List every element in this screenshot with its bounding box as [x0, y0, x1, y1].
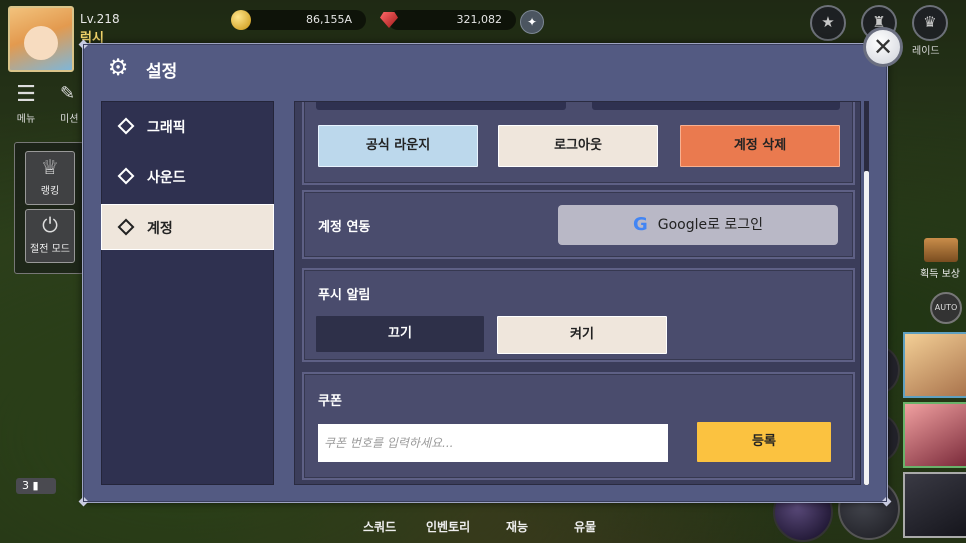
gem-value: 321,082 [456, 13, 503, 26]
avatar-face [24, 26, 58, 60]
reward-chest-icon[interactable] [924, 238, 958, 262]
diamond-icon [117, 218, 135, 236]
tab-label: 계정 [147, 221, 173, 237]
rank-star-icon[interactable]: ★ [810, 5, 846, 41]
coupon-card: 쿠폰 등록 [302, 372, 855, 480]
tab-graphics[interactable]: 그래픽 [102, 104, 273, 148]
logout-button[interactable]: 로그아웃 [498, 125, 658, 167]
push-notification-card: 푸시 알림 끄기 켜기 [302, 268, 855, 362]
delete-account-button[interactable]: 계정 삭제 [680, 125, 840, 167]
official-lounge-button[interactable]: 공식 라운지 [318, 125, 478, 167]
ranking-label: 랭킹 [40, 186, 60, 197]
nav-inventory[interactable]: 인벤토리 [426, 518, 470, 535]
gold-coin-icon [231, 10, 251, 30]
scrolled-element [316, 102, 566, 110]
raid-label: 레이드 [912, 46, 940, 57]
ranking-button[interactable]: ♕ 랭킹 [25, 151, 75, 205]
mission-icon: ✎ [60, 83, 76, 104]
account-link-title: 계정 연동 [318, 220, 371, 235]
tab-label: 사운드 [147, 170, 186, 186]
camera-toggle[interactable]: 3 ▮ [16, 478, 56, 494]
side-quick-panel: ♕ 랭킹 ⏻ 절전 모드 [14, 142, 84, 274]
nav-squad[interactable]: 스쿼드 [363, 518, 396, 535]
power-icon: ⏻ [42, 213, 58, 237]
google-login-label: Google로 로그인 [657, 217, 764, 233]
tab-sound[interactable]: 사운드 [102, 154, 273, 198]
nav-talent[interactable]: 재능 [506, 518, 528, 535]
settings-content: 공식 라운지 로그아웃 계정 삭제 계정 연동 G Google로 로그인 푸시 … [294, 101, 861, 485]
diamond-icon [117, 117, 135, 135]
google-logo-icon: G [632, 214, 648, 235]
hero-portrait-2[interactable] [903, 402, 966, 468]
coupon-title: 쿠폰 [318, 394, 342, 409]
scrolled-element [592, 102, 840, 110]
ranking-icon: ♕ [41, 155, 59, 179]
menu-button[interactable]: ☰ 메뉴 [12, 82, 40, 126]
player-level: Lv.218 [80, 12, 120, 26]
hamburger-icon: ☰ [16, 82, 36, 107]
mission-button[interactable]: ✎ 미션 [60, 83, 79, 126]
google-login-button[interactable]: G Google로 로그인 [558, 205, 838, 245]
settings-modal: ⚙ 설정 그래픽 사운드 계정 공식 라운지 로그아웃 계정 삭제 계정 연동 [78, 39, 892, 507]
power-save-label: 절전 모드 [30, 244, 70, 255]
push-title: 푸시 알림 [318, 288, 371, 303]
coupon-submit-button[interactable]: 등록 [697, 422, 831, 462]
menu-label: 메뉴 [16, 114, 36, 125]
modal-title: 설정 [146, 62, 178, 82]
power-save-button[interactable]: ⏻ 절전 모드 [25, 209, 75, 263]
scrollbar-thumb[interactable] [864, 171, 869, 485]
nav-relic[interactable]: 유물 [574, 518, 596, 535]
push-on-button[interactable]: 켜기 [497, 316, 667, 354]
settings-sidebar: 그래픽 사운드 계정 [101, 101, 274, 485]
close-icon[interactable]: ✕ [863, 27, 903, 67]
gold-counter: 86,155A [240, 10, 366, 30]
gem-counter: 321,082 [388, 10, 516, 30]
account-actions-card: 공식 라운지 로그아웃 계정 삭제 [302, 102, 855, 185]
push-off-button[interactable]: 끄기 [316, 316, 484, 352]
camera-count: 3 [22, 479, 29, 492]
mission-label: 미션 [60, 114, 79, 125]
hero-portrait-3[interactable] [903, 472, 966, 538]
coupon-input[interactable] [318, 424, 668, 462]
tab-account[interactable]: 계정 [101, 204, 274, 250]
auto-button[interactable]: AUTO [930, 292, 962, 324]
gold-value: 86,155A [305, 13, 352, 26]
raid-icon[interactable]: ♛ [912, 5, 948, 41]
reward-label: 획득 보상 [920, 269, 960, 280]
tab-label: 그래픽 [147, 120, 186, 136]
account-link-card: 계정 연동 G Google로 로그인 [302, 190, 855, 259]
player-avatar[interactable] [8, 6, 74, 72]
shop-icon[interactable]: ✦ [520, 10, 544, 34]
gear-icon: ⚙ [107, 55, 129, 81]
hero-portrait-1[interactable] [903, 332, 966, 398]
diamond-icon [117, 167, 135, 185]
